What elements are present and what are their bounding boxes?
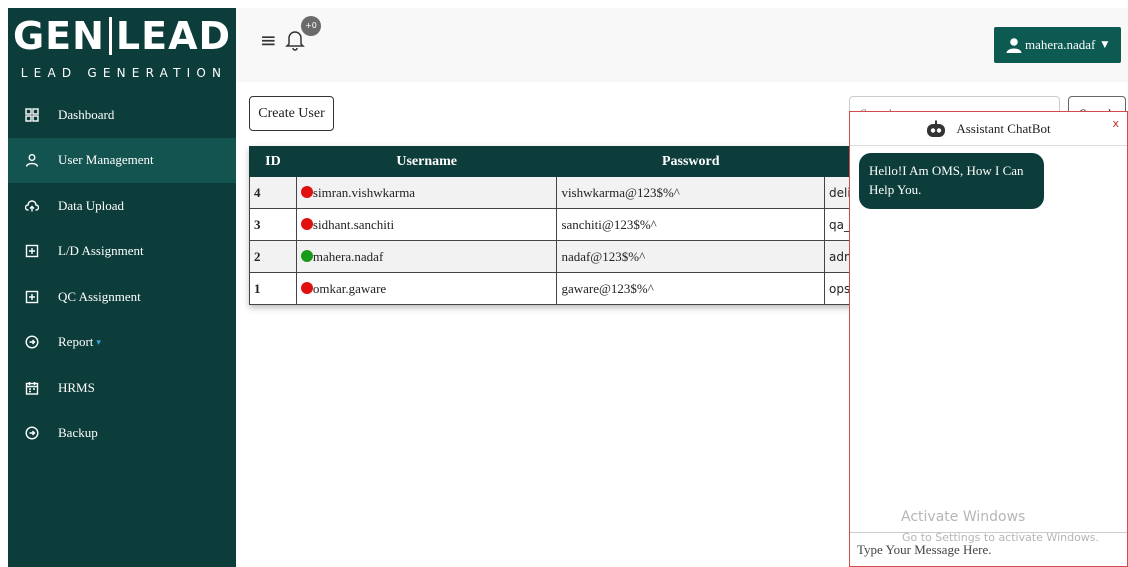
sidebar-item-label: QC Assignment [58, 288, 141, 304]
user-name: mahera.nadaf [1025, 37, 1096, 52]
logo-text-gen: GEN [12, 14, 105, 58]
chatbot-panel: Assistant ChatBot x Hello!I Am OMS, How … [849, 111, 1128, 567]
logo-wordmark: GEN LEAD [8, 12, 236, 60]
column-header-password[interactable]: Password [556, 146, 825, 177]
users-table: ID Username Password 4 simran.vishwkarma v… [249, 146, 869, 305]
cell-id: 3 [249, 208, 297, 241]
username-text: sidhant.sanchiti [312, 216, 395, 232]
calendar-icon [24, 380, 40, 396]
top-bar: ≡ +0 mahera.nadaf ▼ [236, 8, 1128, 82]
status-dot [300, 185, 313, 198]
chevron-down-icon: ▼ [1101, 40, 1109, 50]
password-text: gaware@123$%^ [561, 280, 654, 296]
cell-username: simran.vishwkarma [295, 176, 558, 209]
sidebar-nav: Dashboard User Management Data Upload L/… [8, 92, 236, 456]
sidebar-item-data-upload[interactable]: Data Upload [8, 183, 236, 229]
cell-id: 2 [249, 240, 297, 273]
user-avatar-icon [1006, 38, 1022, 53]
sidebar-item-hrms[interactable]: HRMS [8, 365, 236, 411]
bot-message: Hello!I Am OMS, How I Can Help You. [859, 153, 1044, 209]
status-dot [300, 217, 313, 230]
user-id: 2 [254, 248, 261, 264]
create-user-button[interactable]: Create User [249, 96, 334, 131]
user-menu-button[interactable]: mahera.nadaf ▼ [994, 27, 1121, 63]
user-id: 1 [254, 280, 261, 296]
cell-username: mahera.nadaf [295, 240, 558, 273]
user-icon [24, 152, 40, 168]
sidebar-item-user-management[interactable]: User Management [8, 137, 236, 183]
os-activation-watermark-text: Go to Settings to activate Windows. [902, 531, 1100, 544]
sidebar-item-label: Data Upload [58, 197, 125, 213]
sidebar-item-label: Dashboard [58, 106, 115, 122]
column-header-id[interactable]: ID [249, 146, 297, 177]
username-text: mahera.nadaf [312, 248, 384, 264]
table-row[interactable]: 4 simran.vishwkarma vishwkarma@123$%^ deli [249, 176, 869, 209]
notification-badge: +0 [301, 16, 321, 36]
cell-username: omkar.gaware [295, 272, 558, 305]
sidebar: GEN LEAD LEAD GENERATION Dashboard User … [8, 8, 236, 567]
sidebar-item-ld-assignment[interactable]: L/D Assignment [8, 229, 236, 275]
user-id: 4 [254, 184, 261, 200]
cell-id: 1 [249, 272, 297, 305]
sidebar-item-backup[interactable]: Backup [8, 411, 236, 457]
close-icon[interactable]: x [1112, 117, 1119, 130]
plus-square-icon [24, 243, 40, 259]
circle-arrow-icon [24, 425, 40, 441]
password-text: vishwkarma@123$%^ [561, 184, 680, 200]
robot-icon [927, 120, 946, 137]
circle-arrow-icon [24, 334, 40, 350]
column-header-username[interactable]: Username [295, 146, 558, 177]
chatbot-title: Assistant ChatBot [956, 120, 1051, 136]
username-text: omkar.gaware [312, 280, 387, 296]
plus-square-icon [24, 289, 40, 305]
sidebar-item-label: User Management [58, 152, 154, 168]
table-row[interactable]: 2 mahera.nadaf nadaf@123$%^ adm [249, 240, 869, 273]
user-id: 3 [254, 216, 261, 232]
sidebar-item-label: L/D Assignment [58, 243, 144, 259]
chatbot-header: Assistant ChatBot x [850, 112, 1127, 146]
sidebar-item-report[interactable]: Report ▾ [8, 320, 236, 366]
cell-id: 4 [249, 176, 297, 209]
table-row[interactable]: 3 sidhant.sanchiti sanchiti@123$%^ qa_c [249, 208, 869, 241]
chevron-down-icon: ▾ [96, 336, 101, 347]
cell-username: sidhant.sanchiti [295, 208, 558, 241]
sidebar-item-qc-assignment[interactable]: QC Assignment [8, 274, 236, 320]
sidebar-item-dashboard[interactable]: Dashboard [8, 92, 236, 138]
os-activation-watermark-title: Activate Windows [901, 509, 1026, 525]
role-text: deli [829, 185, 851, 200]
sidebar-item-label: HRMS [58, 379, 95, 395]
password-text: sanchiti@123$%^ [561, 216, 657, 232]
grid-icon [24, 107, 40, 123]
logo-text-lead: LEAD [115, 14, 232, 58]
logo-divider [108, 17, 112, 55]
logo-tagline: LEAD GENERATION [20, 66, 228, 80]
table-header-row: ID Username Password [249, 146, 869, 177]
status-dot [300, 249, 313, 262]
cell-password: sanchiti@123$%^ [556, 208, 825, 241]
sidebar-item-label: Report [58, 334, 94, 350]
brand-logo[interactable]: GEN LEAD LEAD GENERATION [8, 8, 236, 88]
hamburger-menu-icon[interactable]: ≡ [260, 28, 277, 52]
username-text: simran.vishwkarma [312, 184, 416, 200]
sidebar-item-label: Backup [58, 425, 98, 441]
password-text: nadaf@123$%^ [561, 248, 646, 264]
status-dot [300, 281, 313, 294]
table-row[interactable]: 1 omkar.gaware gaware@123$%^ ops [249, 272, 869, 305]
cloud-upload-icon [24, 198, 40, 214]
cell-password: nadaf@123$%^ [556, 240, 825, 273]
role-text: ops [829, 281, 851, 296]
cell-password: vishwkarma@123$%^ [556, 176, 825, 209]
cell-password: gaware@123$%^ [556, 272, 825, 305]
